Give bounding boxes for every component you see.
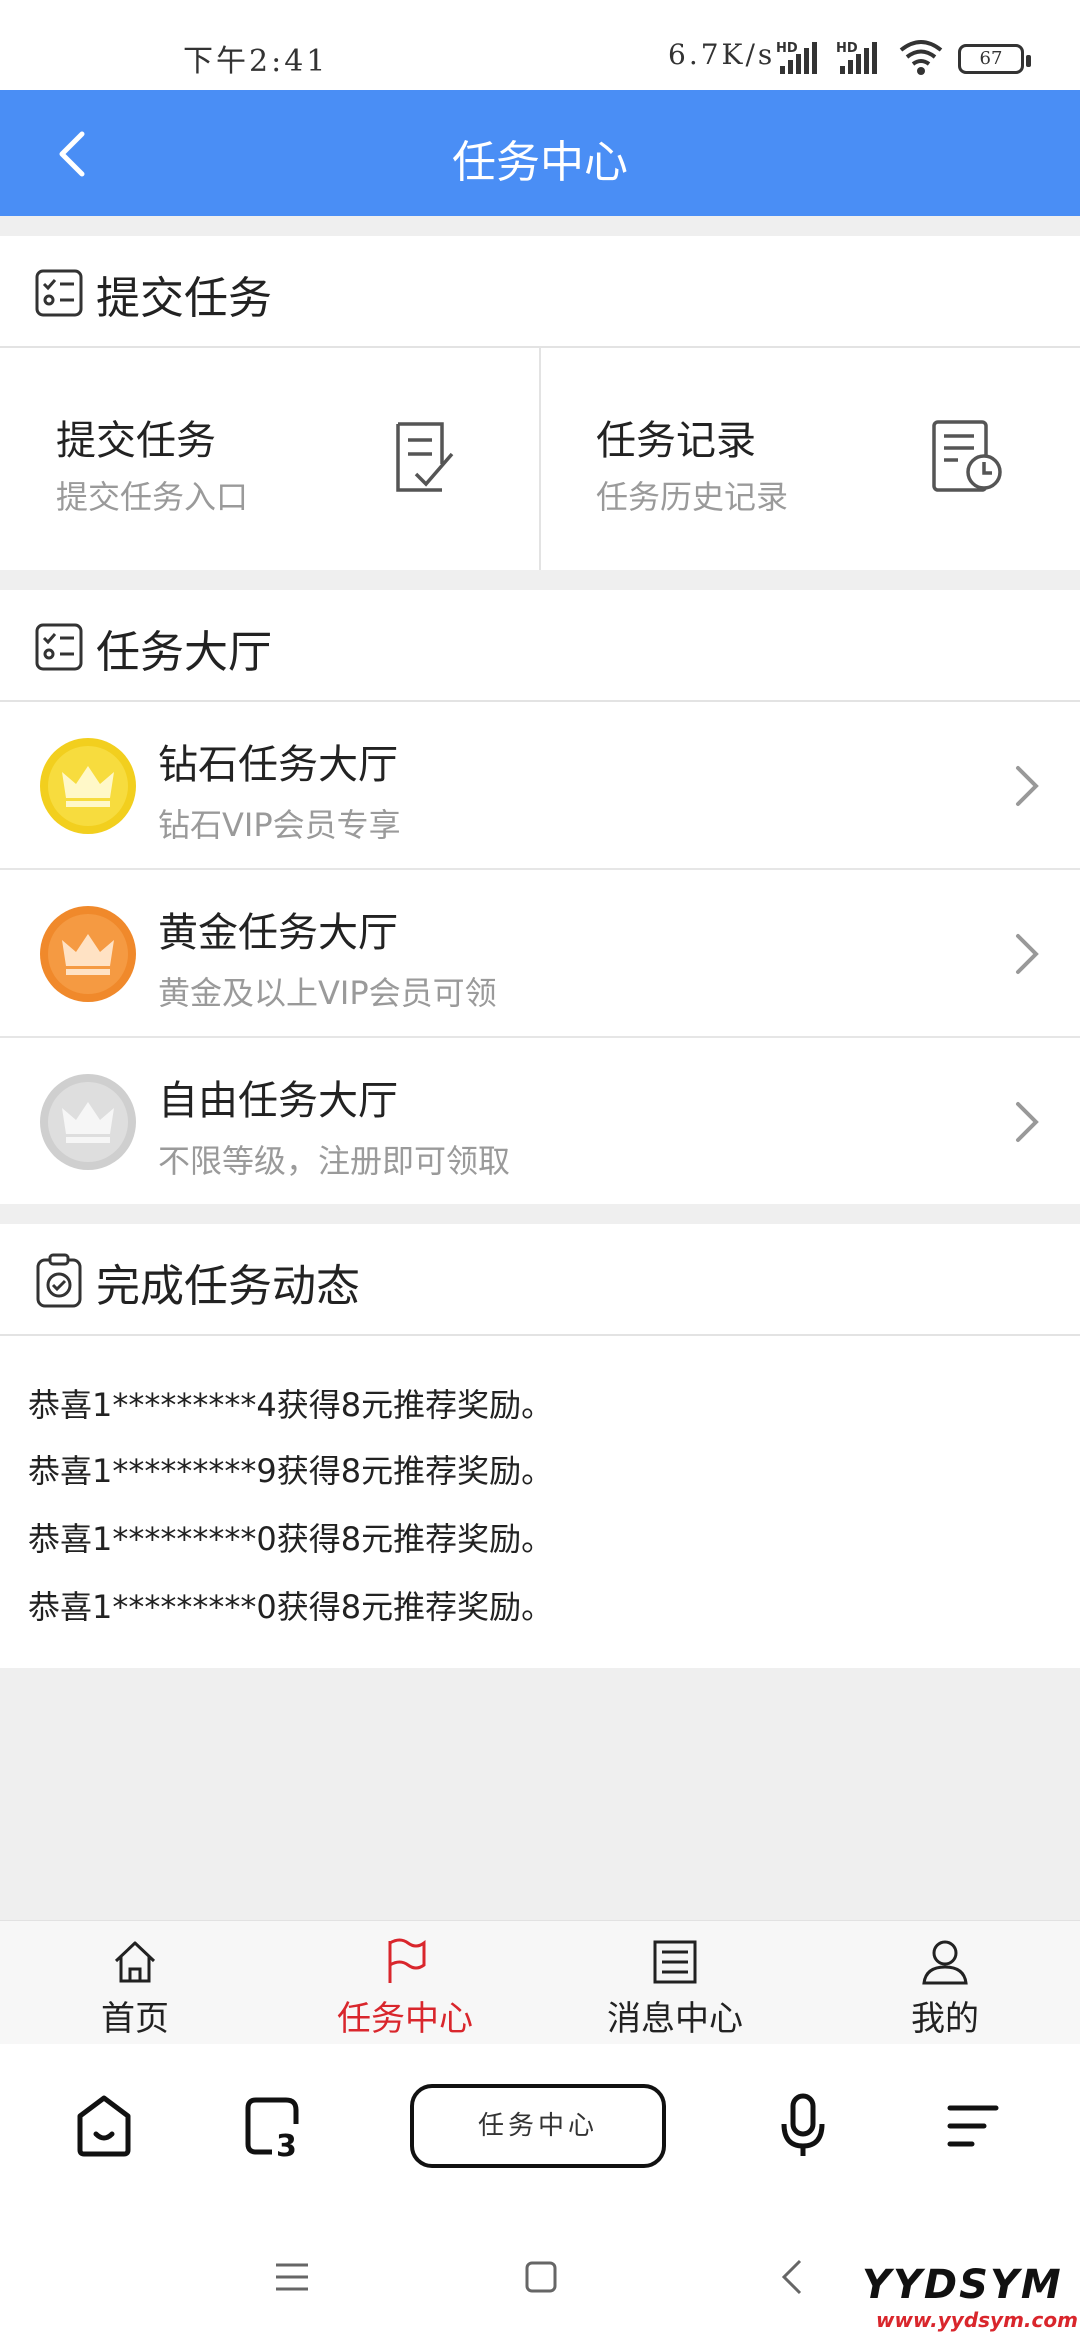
network-speed: 6.7K/s <box>668 38 776 71</box>
clipboard-check-icon <box>36 1253 82 1308</box>
hall-section-header: 任务大厅 <box>0 590 1080 702</box>
feed-section: 完成任务动态 恭喜1*********4获得8元推荐奖励。 恭喜1*******… <box>0 1224 1080 1668</box>
battery-icon: 67 <box>958 44 1031 74</box>
feed-item: 恭喜1*********4获得8元推荐奖励。 <box>28 1386 554 1424</box>
browser-home-icon[interactable] <box>74 2094 134 2158</box>
tab-task-center[interactable]: 任务中心 <box>270 1921 540 2045</box>
signal-icon-2: HD <box>836 41 877 74</box>
chevron-right-icon <box>1016 766 1039 806</box>
recent-apps-icon[interactable] <box>274 2262 310 2292</box>
microphone-icon[interactable] <box>778 2092 828 2160</box>
checklist-icon <box>35 269 83 317</box>
submit-task-entry[interactable]: 提交任务 提交任务入口 <box>0 348 540 570</box>
tab-messages[interactable]: 消息中心 <box>540 1921 810 2045</box>
hall-item-free[interactable]: 自由任务大厅 不限等级，注册即可领取 <box>0 1038 1080 1206</box>
address-bar[interactable]: 任务中心 <box>410 2084 666 2168</box>
status-bar: 下午2:41 6.7K/s HD HD 67 <box>0 0 1080 90</box>
menu-icon[interactable] <box>944 2100 1000 2152</box>
crown-gold-icon <box>40 738 136 834</box>
page-title: 任务中心 <box>452 137 628 188</box>
list-icon <box>653 1940 697 1984</box>
browser-toolbar: 3 任务中心 <box>0 2044 1080 2208</box>
watermark-url: www.yydsym.com <box>876 2308 1078 2332</box>
task-record-title: 任务记录 <box>596 418 756 464</box>
feed-item: 恭喜1*********9获得8元推荐奖励。 <box>28 1452 554 1490</box>
hall-item-title: 黄金任务大厅 <box>158 910 398 956</box>
hall-item-gold[interactable]: 黄金任务大厅 黄金及以上VIP会员可领 <box>0 870 1080 1038</box>
tab-home[interactable]: 首页 <box>0 1921 270 2045</box>
hall-item-subtitle: 钻石VIP会员专享 <box>158 806 401 844</box>
signal-icon: HD <box>776 41 817 74</box>
tab-label: 任务中心 <box>337 1999 473 2039</box>
hall-item-diamond[interactable]: 钻石任务大厅 钻石VIP会员专享 <box>0 702 1080 870</box>
feed-section-title: 完成任务动态 <box>96 1261 360 1312</box>
watermark-logo: YYDSYM <box>862 2262 1063 2308</box>
task-record-entry[interactable]: 任务记录 任务历史记录 <box>540 348 1080 570</box>
bottom-tab-bar: 首页 任务中心 消息中心 我的 <box>0 1920 1080 2044</box>
nav-home-icon[interactable] <box>524 2260 558 2294</box>
flag-icon <box>388 1938 426 1983</box>
tab-label: 我的 <box>911 1999 979 2039</box>
submit-section: 提交任务 提交任务 提交任务入口 任务记录 任务历史记录 <box>0 236 1080 570</box>
submit-task-subtitle: 提交任务入口 <box>56 478 249 516</box>
tabs-icon[interactable]: 3 <box>242 2094 306 2158</box>
tab-me[interactable]: 我的 <box>810 1921 1080 2045</box>
home-icon <box>114 1941 156 1983</box>
submit-section-title: 提交任务 <box>96 273 272 324</box>
feed-item: 恭喜1*********0获得8元推荐奖励。 <box>28 1588 554 1626</box>
chevron-right-icon <box>1016 1102 1039 1142</box>
tab-label: 首页 <box>101 1999 169 2039</box>
hall-item-subtitle: 黄金及以上VIP会员可领 <box>158 974 497 1012</box>
user-icon <box>922 1940 968 1985</box>
app-header: 任务中心 <box>0 90 1080 216</box>
wifi-icon <box>899 40 943 75</box>
hall-item-title: 自由任务大厅 <box>158 1078 398 1124</box>
feed-item: 恭喜1*********0获得8元推荐奖励。 <box>28 1520 554 1558</box>
document-check-icon <box>396 422 454 492</box>
submit-section-header: 提交任务 <box>0 236 1080 348</box>
document-clock-icon <box>932 420 1002 492</box>
crown-orange-icon <box>40 906 136 1002</box>
battery-level: 67 <box>979 48 1003 69</box>
hall-item-title: 钻石任务大厅 <box>158 742 398 788</box>
status-time: 下午2:41 <box>183 44 329 79</box>
hall-section: 任务大厅 钻石任务大厅 钻石VIP会员专享 黄金任务大厅 黄金及以上VIP会员可… <box>0 590 1080 1204</box>
checklist-icon <box>35 623 83 671</box>
feed-section-header: 完成任务动态 <box>0 1224 1080 1336</box>
submit-task-title: 提交任务 <box>56 418 216 464</box>
nav-back-icon[interactable] <box>780 2258 804 2296</box>
tab-count: 3 <box>276 2129 297 2158</box>
tab-label: 消息中心 <box>607 1999 743 2039</box>
task-record-subtitle: 任务历史记录 <box>596 478 789 516</box>
hall-item-subtitle: 不限等级，注册即可领取 <box>158 1142 511 1180</box>
hall-section-title: 任务大厅 <box>96 627 272 678</box>
signal-hd-label: HD <box>776 41 798 56</box>
chevron-right-icon <box>1016 934 1039 974</box>
crown-silver-icon <box>40 1074 136 1170</box>
signal-hd-label-2: HD <box>836 41 858 56</box>
